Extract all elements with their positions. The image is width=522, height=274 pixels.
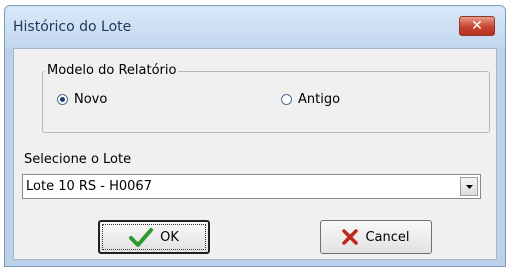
lote-label: Selecione o Lote xyxy=(24,152,132,167)
chevron-down-icon xyxy=(465,184,473,189)
lote-dropdown-button[interactable] xyxy=(460,177,478,196)
radio-novo-indicator[interactable] xyxy=(57,94,68,105)
radio-antigo-label: Antigo xyxy=(298,92,341,107)
lote-select[interactable]: Lote 10 RS - H0067 xyxy=(22,174,481,199)
dialog-window: Histórico do Lote ✕ Modelo do Relatório … xyxy=(4,5,506,267)
dialog-body: Modelo do Relatório Novo Antigo Selecion… xyxy=(13,48,497,260)
cancel-button[interactable]: Cancel xyxy=(320,220,432,254)
ok-button-label: OK xyxy=(160,229,179,245)
lote-select-value: Lote 10 RS - H0067 xyxy=(26,179,152,194)
x-icon xyxy=(342,229,359,245)
close-button[interactable]: ✕ xyxy=(459,16,495,36)
ok-button[interactable]: OK xyxy=(98,220,210,254)
cancel-button-label: Cancel xyxy=(365,229,410,245)
report-model-group: Modelo do Relatório Novo Antigo xyxy=(42,63,490,133)
checkmark-icon xyxy=(129,227,154,247)
report-model-legend: Modelo do Relatório xyxy=(45,63,179,78)
radio-novo-label: Novo xyxy=(74,92,108,107)
close-icon: ✕ xyxy=(471,18,483,34)
radio-novo[interactable]: Novo xyxy=(57,92,107,107)
radio-antigo-indicator[interactable] xyxy=(281,94,292,105)
window-title: Histórico do Lote xyxy=(13,19,132,35)
title-bar[interactable]: Histórico do Lote ✕ xyxy=(5,6,505,48)
radio-antigo[interactable]: Antigo xyxy=(281,92,340,107)
